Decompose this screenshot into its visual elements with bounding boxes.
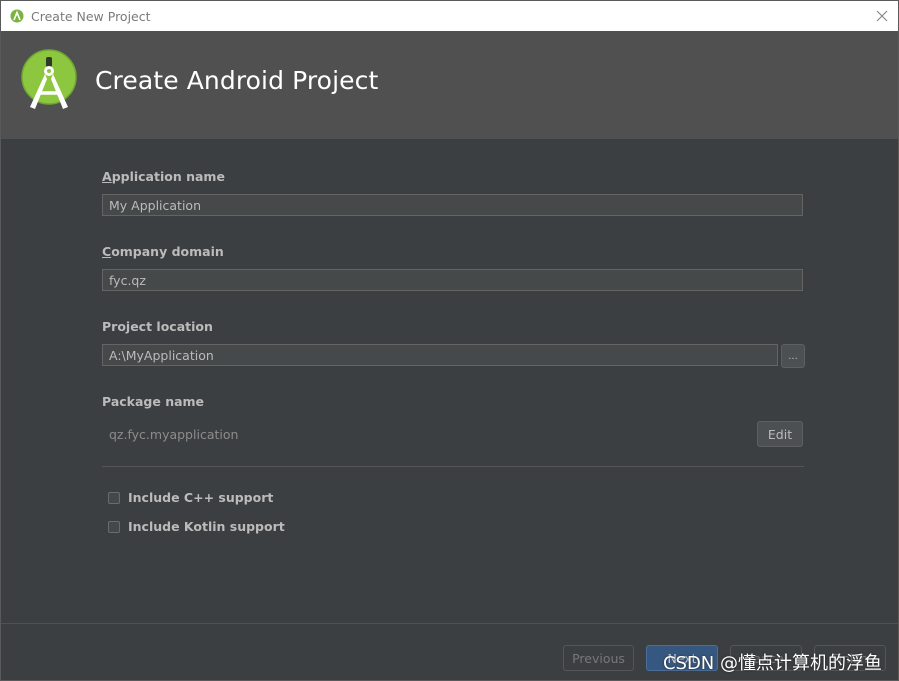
include-cpp-checkbox[interactable] <box>108 491 120 504</box>
include-kotlin-option[interactable]: Include Kotlin support <box>108 519 285 534</box>
project-form: Application name Company domain Project … <box>1 139 898 623</box>
include-cpp-label: Include C++ support <box>128 490 274 505</box>
project-location-input[interactable] <box>102 344 778 366</box>
application-name-mnemonic: A <box>102 169 112 184</box>
header-banner: Create Android Project <box>1 31 898 139</box>
package-name-label: Package name <box>102 394 205 409</box>
window-title: Create New Project <box>31 8 151 24</box>
close-icon[interactable] <box>874 8 890 24</box>
application-name-label: Application name <box>102 169 225 184</box>
section-divider <box>102 466 804 467</box>
csdn-watermark: CSDN @懂点计算机的浮鱼 <box>662 653 882 674</box>
edit-package-button[interactable]: Edit <box>757 421 803 447</box>
company-domain-mnemonic: C <box>102 244 112 259</box>
android-studio-logo <box>21 49 77 109</box>
project-location-label: Project location <box>102 319 213 334</box>
page-heading: Create Android Project <box>95 66 379 95</box>
application-name-input[interactable] <box>102 194 803 216</box>
application-name-label-text: pplication name <box>111 169 225 184</box>
company-domain-input[interactable] <box>102 269 803 291</box>
create-project-window: Create New Project Create Android Projec… <box>0 0 899 681</box>
package-name-value: qz.fyc.myapplication <box>109 427 239 442</box>
include-kotlin-checkbox[interactable] <box>108 520 120 533</box>
include-kotlin-label: Include Kotlin support <box>128 519 285 534</box>
title-bar: Create New Project <box>1 1 898 31</box>
include-cpp-option[interactable]: Include C++ support <box>108 490 273 505</box>
browse-location-button[interactable]: ... <box>781 344 805 368</box>
android-studio-icon <box>9 8 25 24</box>
company-domain-label-text: ompany domain <box>111 244 224 259</box>
company-domain-label: Company domain <box>102 244 224 259</box>
dialog-footer: Previous Next Cancel Finish CSDN @懂点计算机的… <box>1 623 898 680</box>
previous-button[interactable]: Previous <box>563 645 634 671</box>
